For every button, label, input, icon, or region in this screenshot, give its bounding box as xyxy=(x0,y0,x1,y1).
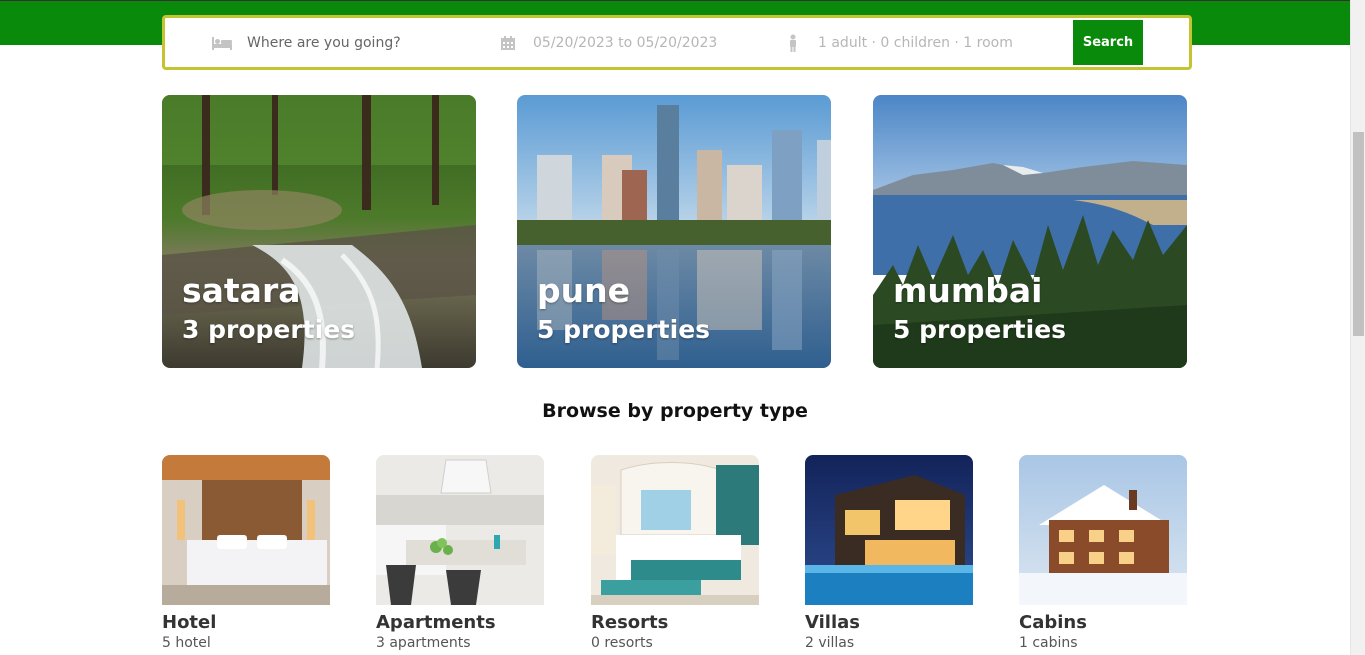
section-title: Browse by property type xyxy=(542,400,808,422)
city-name: satara xyxy=(182,271,301,310)
property-type-apartments[interactable]: Apartments 3 apartments xyxy=(376,455,544,651)
scrollbar-thumb[interactable] xyxy=(1353,132,1364,336)
city-card-satara[interactable]: satara 3 properties xyxy=(162,95,476,368)
date-range-text: 05/20/2023 to 05/20/2023 xyxy=(533,34,718,51)
guests-field[interactable]: 1 adult · 0 children · 1 room xyxy=(782,18,1013,67)
vertical-scrollbar[interactable] xyxy=(1350,0,1365,655)
city-property-count: 5 properties xyxy=(893,315,1067,344)
bed-icon xyxy=(211,32,233,54)
property-type-count: 3 apartments xyxy=(376,635,471,651)
city-property-count: 5 properties xyxy=(537,315,711,344)
property-type-cabins[interactable]: Cabins 1 cabins xyxy=(1019,455,1187,651)
apartments-image xyxy=(376,455,544,605)
city-card-pune[interactable]: pune 5 properties xyxy=(517,95,831,368)
property-type-villas[interactable]: Villas 2 villas xyxy=(805,455,973,651)
cabins-image xyxy=(1019,455,1187,605)
search-bar: 05/20/2023 to 05/20/2023 1 adult · 0 chi… xyxy=(162,15,1192,70)
city-property-count: 3 properties xyxy=(182,315,356,344)
city-card-mumbai[interactable]: mumbai 5 properties xyxy=(873,95,1187,368)
page: 05/20/2023 to 05/20/2023 1 adult · 0 chi… xyxy=(0,0,1365,655)
property-type-resorts[interactable]: Resorts 0 resorts xyxy=(591,455,759,651)
property-type-name: Villas xyxy=(805,612,860,633)
resorts-image xyxy=(591,455,759,605)
property-type-count: 1 cabins xyxy=(1019,635,1078,651)
city-name: pune xyxy=(537,271,630,310)
city-name: mumbai xyxy=(893,271,1043,310)
property-type-name: Cabins xyxy=(1019,612,1087,633)
property-type-name: Apartments xyxy=(376,612,496,633)
property-type-hotel[interactable]: Hotel 5 hotel xyxy=(162,455,330,651)
property-type-name: Resorts xyxy=(591,612,669,633)
calendar-icon xyxy=(497,32,519,54)
property-type-count: 2 villas xyxy=(805,635,855,651)
date-field[interactable]: 05/20/2023 to 05/20/2023 xyxy=(497,18,717,67)
hotel-image xyxy=(162,455,330,605)
property-type-name: Hotel xyxy=(162,612,217,633)
property-type-count: 0 resorts xyxy=(591,635,653,651)
guests-text: 1 adult · 0 children · 1 room xyxy=(818,34,1013,51)
destination-field[interactable] xyxy=(211,18,467,67)
destination-input[interactable] xyxy=(247,34,467,51)
person-icon xyxy=(782,32,804,54)
property-type-count: 5 hotel xyxy=(162,635,211,651)
search-button[interactable]: Search xyxy=(1073,20,1143,65)
villas-image xyxy=(805,455,973,605)
